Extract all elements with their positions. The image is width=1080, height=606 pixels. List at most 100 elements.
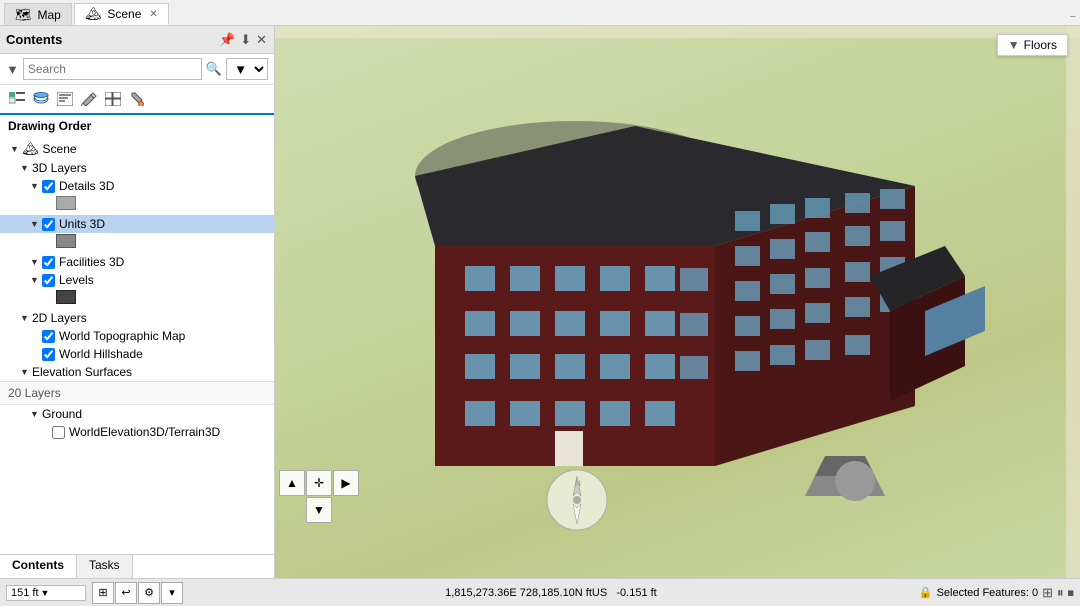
- tree-item-details3d[interactable]: ▼ Details 3D: [0, 177, 274, 195]
- scene-layer-label: Scene: [43, 142, 77, 156]
- status-bar: 151 ft ▼ ⊞ ↩ ⚙ ▾ 1,815,273.36E 728,185.1…: [0, 578, 1080, 606]
- scale-value: 151 ft: [11, 587, 39, 599]
- expand-3d-icon: ▼: [20, 163, 30, 173]
- world-topo-label: World Topographic Map: [59, 329, 185, 343]
- units3d-swatch: [56, 234, 76, 248]
- tree-item-levels[interactable]: ▼ Levels: [0, 271, 274, 289]
- tree-item-2d-layers[interactable]: ▼ 2D Layers: [0, 309, 274, 327]
- road-right: [1066, 26, 1080, 578]
- elevation-value: -0.151 ft: [616, 587, 656, 599]
- toolbar: [0, 85, 274, 115]
- search-input[interactable]: [23, 58, 202, 80]
- world-topo-checkbox[interactable]: [42, 330, 55, 343]
- zoom-prev-button[interactable]: ↩: [115, 582, 137, 604]
- paint-button[interactable]: [126, 88, 148, 110]
- levels-checkbox[interactable]: [42, 274, 55, 287]
- floors-filter-icon: ▼: [1008, 38, 1020, 52]
- tab-bar: 🗺 Map 🏔 Scene ✕ −: [0, 0, 1080, 26]
- tree-item-facilities3d[interactable]: ▼ Facilities 3D: [0, 253, 274, 271]
- building-3d: [335, 46, 1015, 546]
- nav-right-button[interactable]: ▶: [333, 470, 359, 496]
- nav-row-bottom: ▼: [279, 497, 359, 523]
- world-elevation-checkbox[interactable]: [52, 426, 65, 439]
- drawing-order-label: Drawing Order: [0, 115, 274, 135]
- sidebar-header-icons: 📌 ⬇ ✕: [218, 31, 268, 49]
- nav-down-button[interactable]: ▼: [306, 497, 332, 523]
- tree-item-3d-layers[interactable]: ▼ 3D Layers: [0, 159, 274, 177]
- ground-label: Ground: [42, 407, 82, 421]
- status-right: 🔒 Selected Features: 0 ⊞ ⏸ ⏹: [919, 585, 1074, 601]
- nav-up-button[interactable]: ▲: [279, 470, 305, 496]
- floors-button[interactable]: ▼ Floors: [997, 34, 1068, 56]
- nav-controls: ▲ ✛ ▶ ▼: [279, 470, 359, 523]
- details3d-swatch-row: [0, 195, 274, 215]
- expand-units3d-icon: ▼: [30, 219, 40, 229]
- tree-item-world-topo[interactable]: World Topographic Map: [0, 327, 274, 345]
- tree-item-elevation-surfaces[interactable]: ▼ Elevation Surfaces: [0, 363, 274, 381]
- facilities3d-checkbox[interactable]: [42, 256, 55, 269]
- road-top: [275, 26, 1080, 38]
- nav-row-top: ▲ ✛ ▶: [279, 470, 359, 496]
- search-dropdown[interactable]: ▼: [226, 58, 268, 80]
- levels-swatch-row: [0, 289, 274, 309]
- pin-icon[interactable]: 📌: [218, 31, 236, 49]
- tab-scene-label: Scene: [107, 7, 141, 21]
- expand-ground-icon: ▼: [30, 409, 40, 419]
- map-nav-icons: ⊞ ↩ ⚙ ▾: [92, 582, 183, 604]
- 3d-layers-label: 3D Layers: [32, 161, 87, 175]
- pencil-button[interactable]: [78, 88, 100, 110]
- tree-item-world-hillshade[interactable]: World Hillshade: [0, 345, 274, 363]
- tree-item-world-elevation[interactable]: WorldElevation3D/Terrain3D: [0, 423, 274, 441]
- layers-count: 20 Layers: [0, 381, 274, 405]
- list-view-button[interactable]: [6, 88, 28, 110]
- coord-value: 1,815,273.36E 728,185.10N ftUS: [445, 587, 607, 599]
- details3d-checkbox[interactable]: [42, 180, 55, 193]
- sidebar: Contents 📌 ⬇ ✕ ▼ 🔍 ▼: [0, 26, 275, 578]
- tab-scene-close[interactable]: ✕: [149, 9, 157, 20]
- tree-item-units3d[interactable]: ▼ Units 3D: [0, 215, 274, 233]
- 2d-layers-label: 2D Layers: [32, 311, 87, 325]
- stop-button[interactable]: ⏹: [1068, 585, 1075, 601]
- expand-facilities3d-icon: ▼: [30, 257, 40, 267]
- search-bar: ▼ 🔍 ▼: [0, 54, 274, 85]
- zoom-extent-button[interactable]: ⊞: [92, 582, 114, 604]
- grid-view-button[interactable]: [102, 88, 124, 110]
- tree-item-ground[interactable]: ▼ Ground: [0, 405, 274, 423]
- bottom-tab-contents[interactable]: Contents: [0, 555, 77, 578]
- down-arrow-icon[interactable]: ⬇: [239, 31, 252, 49]
- elevation-surfaces-label: Elevation Surfaces: [32, 365, 132, 379]
- floors-label: Floors: [1024, 38, 1057, 52]
- details3d-swatch: [56, 196, 76, 210]
- database-view-button[interactable]: [30, 88, 52, 110]
- status-icon-1[interactable]: ⊞: [1042, 585, 1053, 601]
- scale-selector[interactable]: 151 ft ▼: [6, 585, 86, 601]
- map-tools-button[interactable]: ⚙: [138, 582, 160, 604]
- units3d-checkbox[interactable]: [42, 218, 55, 231]
- close-icon[interactable]: ✕: [255, 31, 268, 49]
- expand-details3d-icon: ▼: [30, 181, 40, 191]
- scene-icon: 🏔: [85, 6, 102, 22]
- tab-map[interactable]: 🗺 Map: [4, 3, 72, 25]
- tab-map-label: Map: [38, 8, 61, 22]
- pause-button[interactable]: ⏸: [1057, 585, 1064, 601]
- filter-view-button[interactable]: [54, 88, 76, 110]
- units3d-swatch-row: [0, 233, 274, 253]
- tree-item-scene[interactable]: ▼ 🏔 Scene: [0, 139, 274, 159]
- map-options-button[interactable]: ▾: [161, 582, 183, 604]
- tab-scene[interactable]: 🏔 Scene ✕: [74, 3, 169, 25]
- facilities3d-label: Facilities 3D: [59, 255, 124, 269]
- search-icon[interactable]: 🔍: [206, 61, 222, 77]
- levels-swatch: [56, 290, 76, 304]
- expand-scene-icon: ▼: [10, 144, 20, 154]
- selected-features: Selected Features: 0: [937, 587, 1039, 599]
- map-area[interactable]: ▼ Floors ▲ ✛ ▶ ▼ N: [275, 26, 1080, 578]
- bottom-tab-tasks[interactable]: Tasks: [77, 555, 133, 578]
- expand-elevation-icon: ▼: [20, 367, 30, 377]
- world-hillshade-label: World Hillshade: [59, 347, 143, 361]
- nav-pan-button[interactable]: ✛: [306, 470, 332, 496]
- world-hillshade-checkbox[interactable]: [42, 348, 55, 361]
- levels-label: Levels: [59, 273, 94, 287]
- minimize-icon[interactable]: −: [1070, 11, 1076, 23]
- sidebar-bottom-tabs: Contents Tasks: [0, 554, 274, 578]
- svg-text:N: N: [575, 479, 581, 488]
